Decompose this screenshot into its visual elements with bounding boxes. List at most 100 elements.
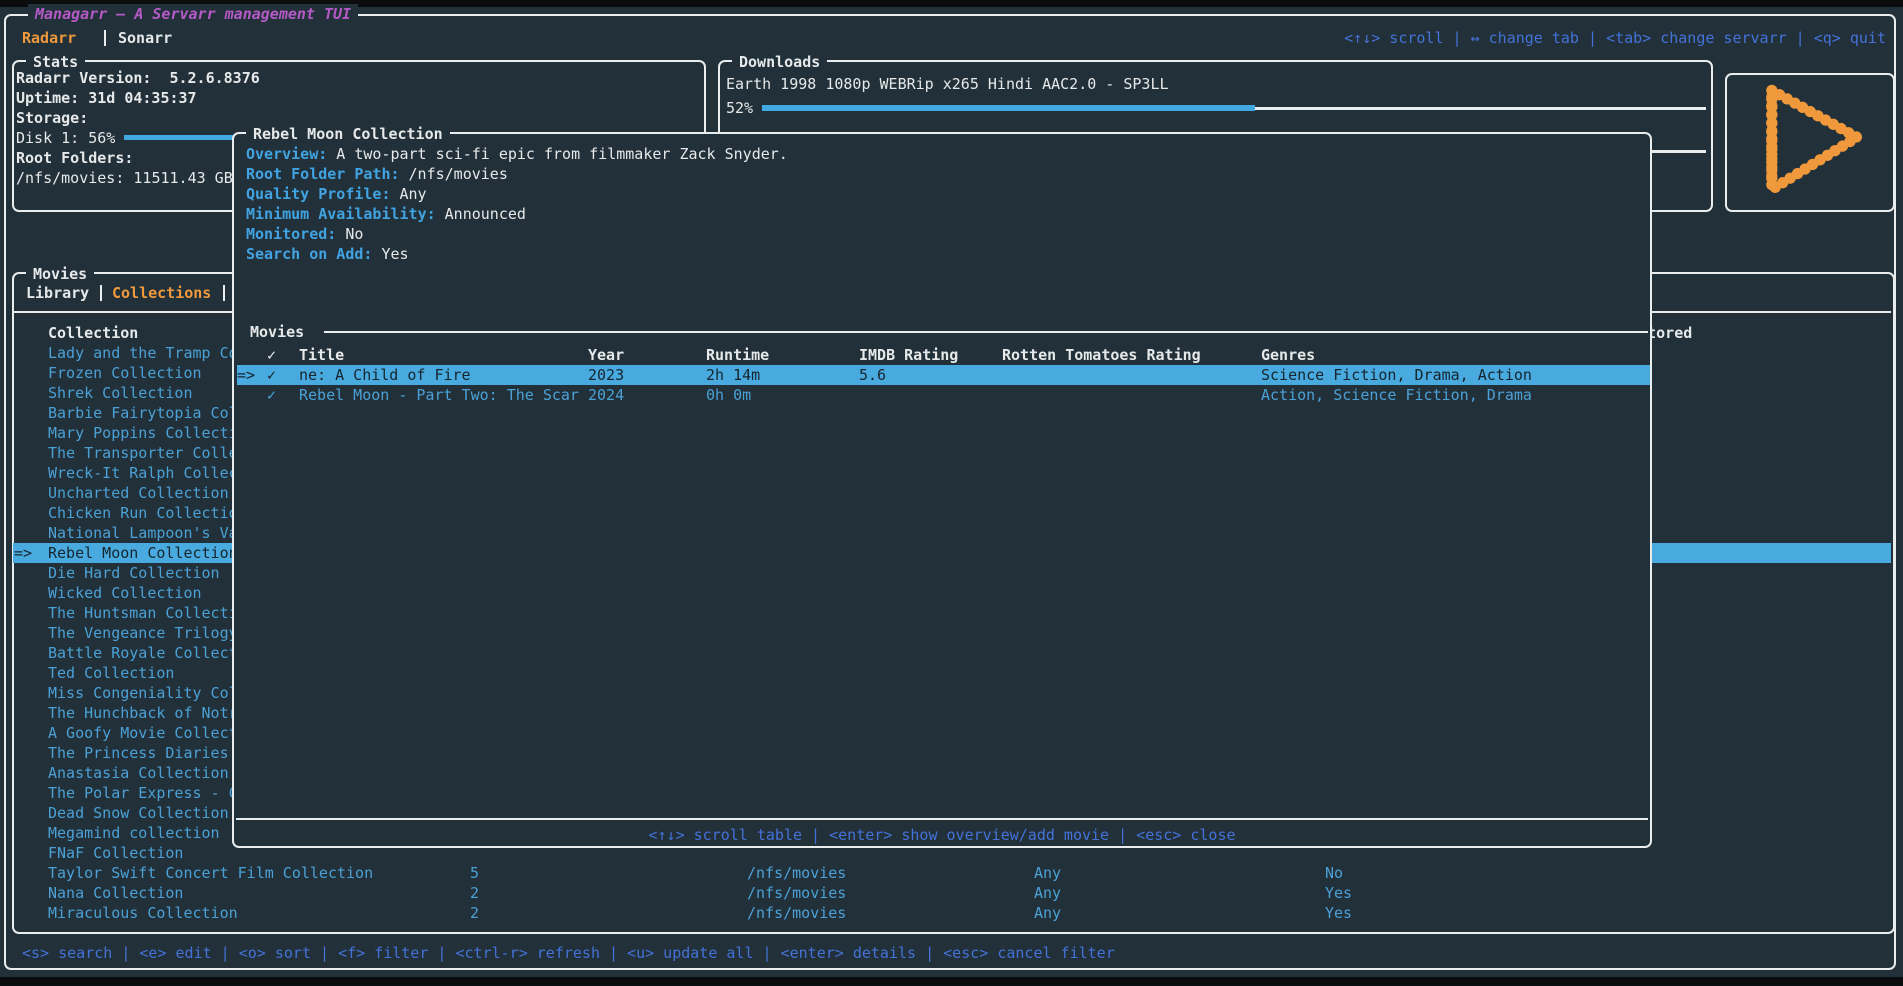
- uptime-value: 31d 04:35:37: [88, 89, 196, 107]
- movie-genres: Action, Science Fiction, Drama: [1261, 385, 1532, 405]
- collection-title: The Polar Express - C: [48, 783, 238, 803]
- movies-panel-title: Movies: [26, 264, 94, 284]
- stats-panel-title: Stats: [26, 52, 85, 72]
- collection-quality-profile: Any: [1034, 903, 1061, 923]
- collection-title: The Huntsman Collecti: [48, 603, 238, 623]
- field-label: Quality Profile:: [246, 185, 391, 203]
- collection-title: Mary Poppins Collecti: [48, 423, 238, 443]
- movie-genres: Science Fiction, Drama, Action: [1261, 365, 1532, 385]
- modal-footer-rule: [236, 818, 1648, 820]
- modal-keybind-hints: <↑↓> scroll table | <enter> show overvie…: [234, 825, 1650, 845]
- collection-row[interactable]: Nana Collection 2/nfs/movies Any Yes: [13, 883, 1891, 903]
- movies-header-title: Title: [299, 345, 344, 365]
- movies-header-runtime: Runtime: [706, 345, 769, 365]
- bottom-keybind-hints: <s> search | <e> edit | <o> sort | <f> f…: [22, 943, 1115, 963]
- collection-title: Wreck-It Ralph Collec: [48, 463, 238, 483]
- movie-title: ne: A Child of Fire: [299, 365, 471, 385]
- collection-search-on-add: Yes: [1325, 883, 1352, 903]
- field-value: No: [345, 225, 363, 243]
- movie-year: 2023: [588, 365, 624, 385]
- collection-detail-field: Root Folder Path: /nfs/movies: [246, 164, 508, 184]
- movie-monitored-check: ✓: [267, 385, 276, 405]
- collection-quality-profile: Any: [1034, 883, 1061, 903]
- disk-percent: 56%: [88, 129, 115, 147]
- uptime-label: Uptime:: [16, 89, 79, 107]
- collection-title: The Princess Diaries: [48, 743, 229, 763]
- collection-title: Rebel Moon Collection: [48, 543, 238, 563]
- collection-title: The Transporter Colle: [48, 443, 238, 463]
- collection-title: Wicked Collection: [48, 583, 202, 603]
- collection-title: Frozen Collection: [48, 363, 202, 383]
- collection-title: Battle Royale Collect: [48, 643, 238, 663]
- collection-detail-field: Search on Add: Yes: [246, 244, 409, 264]
- field-value: Any: [400, 185, 427, 203]
- collection-title: Die Hard Collection: [48, 563, 220, 583]
- movie-title: Rebel Moon - Part Two: The Scar: [299, 385, 579, 405]
- collection-root-folder-path: /nfs/movies: [747, 883, 846, 903]
- collection-title: Anastasia Collection: [48, 763, 229, 783]
- field-label: Search on Add:: [246, 245, 372, 263]
- storage-label: Storage:: [16, 108, 88, 128]
- download-item-percent: 52%: [726, 98, 753, 118]
- collection-title: Miraculous Collection: [48, 903, 238, 923]
- movies-table-body: =>✓ne: A Child of Fire20232h 14m5.6Scien…: [237, 365, 1650, 405]
- movie-runtime: 2h 14m: [706, 365, 760, 385]
- collection-title: A Goofy Movie Collect: [48, 723, 238, 743]
- field-value: A two-part sci-fi epic from filmmaker Za…: [336, 145, 788, 163]
- collection-title: FNaF Collection: [48, 843, 183, 863]
- collection-title: Nana Collection: [48, 883, 183, 903]
- movie-year: 2024: [588, 385, 624, 405]
- tab-sonarr[interactable]: Sonarr: [118, 28, 172, 48]
- tab-radarr[interactable]: Radarr: [22, 28, 76, 48]
- movie-imdb-rating: 5.6: [859, 365, 886, 385]
- movies-header-genres: Genres: [1261, 345, 1315, 365]
- collection-title: Shrek Collection: [48, 383, 193, 403]
- collection-movie-count: 5: [470, 863, 479, 883]
- collection-detail-field: Minimum Availability:Announced: [246, 204, 526, 224]
- movies-section-rule: [324, 331, 1648, 333]
- collection-quality-profile: Any: [1034, 863, 1061, 883]
- collection-title: Chicken Run Collectio: [48, 503, 238, 523]
- collection-detail-field: Quality Profile: Any: [246, 184, 427, 204]
- collection-search-on-add: Yes: [1325, 903, 1352, 923]
- collection-details-modal: Overview: A two-part sci-fi epic from fil…: [232, 132, 1652, 848]
- collection-title: National Lampoon's Va: [48, 523, 238, 543]
- collection-title: Uncharted Collection: [48, 483, 229, 503]
- collection-title: Barbie Fairytopia Col: [48, 403, 238, 423]
- movies-header-rotten-tomatoes-rating: Rotten Tomatoes Rating: [1002, 345, 1201, 365]
- download-progress-bar-remaining: [1255, 107, 1706, 110]
- collection-movie-count: 2: [470, 883, 479, 903]
- managarr-tui-screen: { "colors": { "background": "#223039", "…: [0, 0, 1903, 986]
- collection-root-folder-path: /nfs/movies: [747, 903, 846, 923]
- collection-title: The Hunchback of Notr: [48, 703, 238, 723]
- radarr-logo-icon: [1740, 80, 1880, 205]
- disk-label: Disk 1:: [16, 129, 79, 147]
- field-value: /nfs/movies: [409, 165, 508, 183]
- collection-title: Dead Snow Collection: [48, 803, 229, 823]
- root-folders-label: Root Folders:: [16, 148, 133, 168]
- movie-row[interactable]: =>✓ne: A Child of Fire20232h 14m5.6Scien…: [237, 365, 1650, 385]
- collection-title: Taylor Swift Concert Film Collection: [48, 863, 373, 883]
- terminal-bottom-strip: [0, 977, 1903, 986]
- field-value: Yes: [381, 245, 408, 263]
- movies-header-year: Year: [588, 345, 624, 365]
- field-value: Announced: [445, 205, 526, 223]
- collection-movie-count: 2: [470, 903, 479, 923]
- app-title: Managarr – A Servarr management TUI: [28, 4, 358, 24]
- movies-header-imdb-rating: IMDB Rating: [859, 345, 958, 365]
- collection-detail-fields: Overview: A two-part sci-fi epic from fil…: [246, 144, 1636, 274]
- movie-row[interactable]: ✓ Rebel Moon - Part Two: The Scar 2024 0h 0…: [237, 385, 1650, 405]
- field-label: Overview:: [246, 145, 327, 163]
- download-item-title: Earth 1998 1080p WEBRip x265 Hindi AAC2.…: [726, 74, 1169, 94]
- collection-title: Ted Collection: [48, 663, 174, 683]
- collection-search-on-add: No: [1325, 863, 1343, 883]
- collection-row[interactable]: Taylor Swift Concert Film Collection5/nf…: [13, 863, 1891, 883]
- movies-header-monitored: ✓: [267, 345, 276, 365]
- collection-row[interactable]: Miraculous Collection 2/nfs/movies Any Yes: [13, 903, 1891, 923]
- movie-runtime: 0h 0m: [706, 385, 751, 405]
- collection-title: Lady and the Tramp Co: [48, 343, 238, 363]
- tab-library[interactable]: Library: [26, 283, 89, 303]
- field-label: Root Folder Path:: [246, 165, 400, 183]
- root-folder-usage: /nfs/movies: 11511.43 GB: [16, 168, 233, 188]
- tab-collections[interactable]: Collections: [112, 283, 211, 303]
